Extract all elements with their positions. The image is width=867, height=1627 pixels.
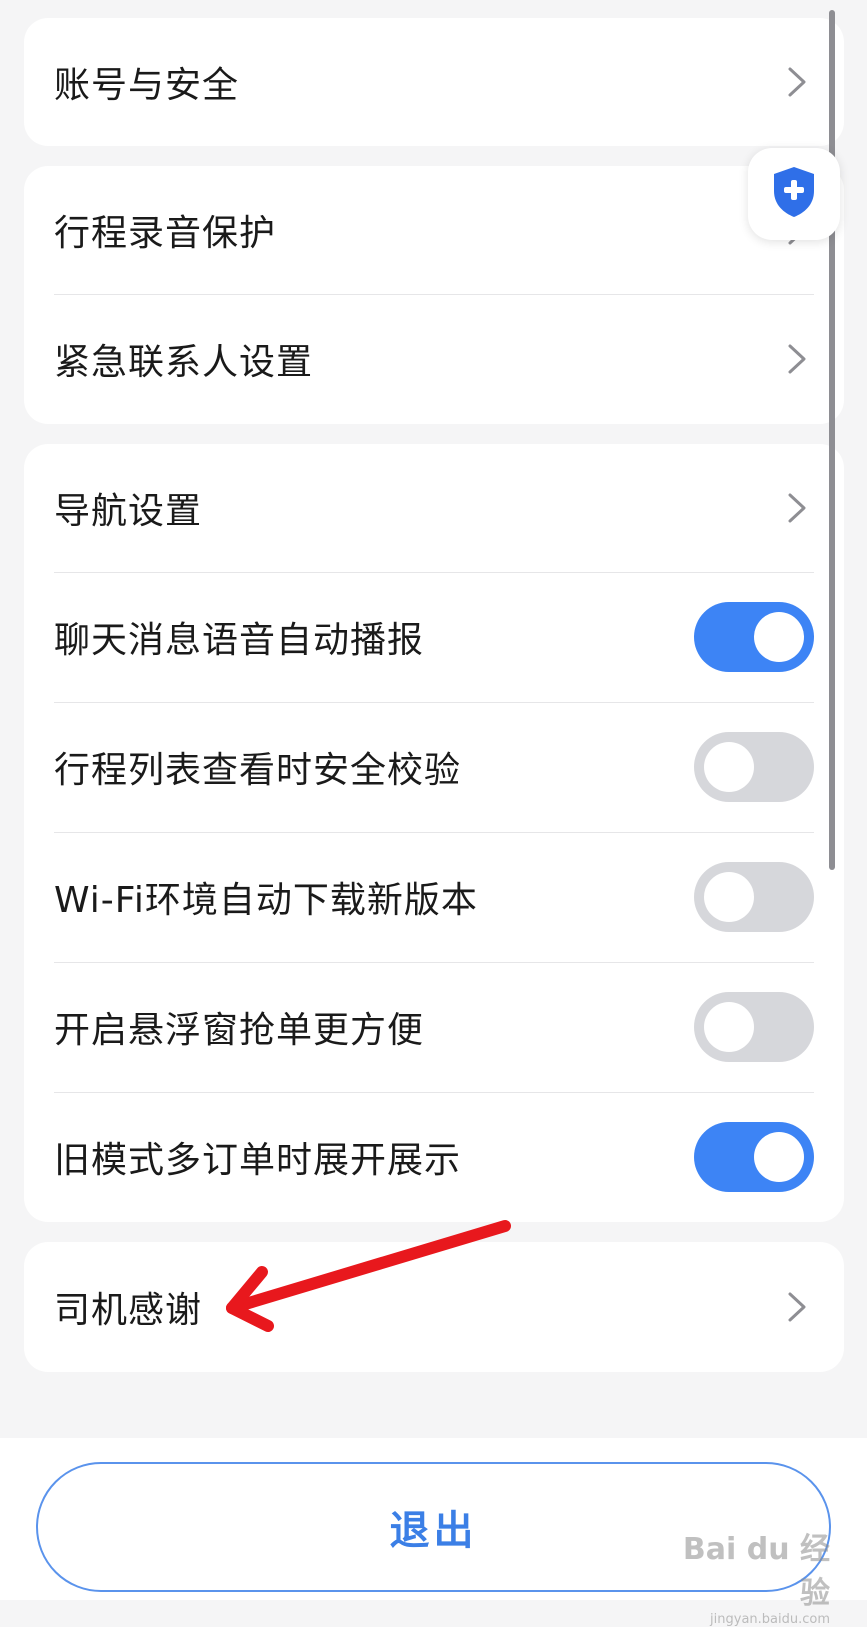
scrollbar[interactable] [829,10,835,870]
toggle-knob [754,1132,804,1182]
baidu-watermark: Bai du 经验 jingyan.baidu.com [660,1524,830,1627]
floating-safety-badge[interactable] [748,148,840,240]
wifi-auto-download-toggle[interactable] [694,862,814,932]
toggle-knob [704,872,754,922]
chevron-right-icon [780,491,814,525]
settings-row-label: 导航设置 [54,491,203,532]
legacy-multi-order-toggle[interactable] [694,1122,814,1192]
watermark-sub: jingyan.baidu.com [710,1612,830,1627]
settings-row-label: 聊天消息语音自动播报 [54,620,425,661]
toggle-knob [704,742,754,792]
toggle-knob [754,612,804,662]
floating-window-toggle[interactable] [694,992,814,1062]
settings-row-floating-window: 开启悬浮窗抢单更方便 [24,962,844,1092]
settings-row-voice-broadcast: 聊天消息语音自动播报 [24,572,844,702]
voice-broadcast-toggle[interactable] [694,602,814,672]
chevron-right-icon [780,342,814,376]
settings-row-wifi-auto-download: Wi-Fi环境自动下载新版本 [24,832,844,962]
settings-row-label: 司机感谢 [54,1290,203,1331]
settings-row-legacy-multi-order: 旧模式多订单时展开展示 [24,1092,844,1222]
settings-row-account-security[interactable]: 账号与安全 [24,18,844,146]
trip-list-verification-toggle[interactable] [694,732,814,802]
settings-row-label: 行程列表查看时安全校验 [54,750,462,791]
settings-row-label: 账号与安全 [54,65,240,106]
chevron-right-icon [780,65,814,99]
settings-row-label: 开启悬浮窗抢单更方便 [54,1010,425,1051]
settings-row-label: Wi-Fi环境自动下载新版本 [54,880,478,921]
toggle-knob [704,1002,754,1052]
shield-plus-icon [770,165,818,223]
settings-row-label: 旧模式多订单时展开展示 [54,1140,462,1181]
settings-row-label: 紧急联系人设置 [54,342,314,383]
settings-row-trip-list-verification: 行程列表查看时安全校验 [24,702,844,832]
settings-group-thanks: 司机感谢 [24,1242,844,1372]
settings-row-label: 行程录音保护 [54,213,277,254]
settings-row-navigation[interactable]: 导航设置 [24,444,844,572]
settings-row-trip-recording[interactable]: 行程录音保护 [24,166,844,294]
watermark-main: Bai du 经验 [682,1532,830,1611]
settings-row-driver-thanks[interactable]: 司机感谢 [24,1242,844,1372]
settings-group-safety: 行程录音保护 紧急联系人设置 [24,166,844,424]
chevron-right-icon [780,1290,814,1324]
settings-group-account: 账号与安全 [24,18,844,146]
settings-row-emergency-contacts[interactable]: 紧急联系人设置 [24,294,844,424]
settings-group-preferences: 导航设置 聊天消息语音自动播报 行程列表查看时安全校验 Wi-Fi环境自动下载新… [24,444,844,1222]
